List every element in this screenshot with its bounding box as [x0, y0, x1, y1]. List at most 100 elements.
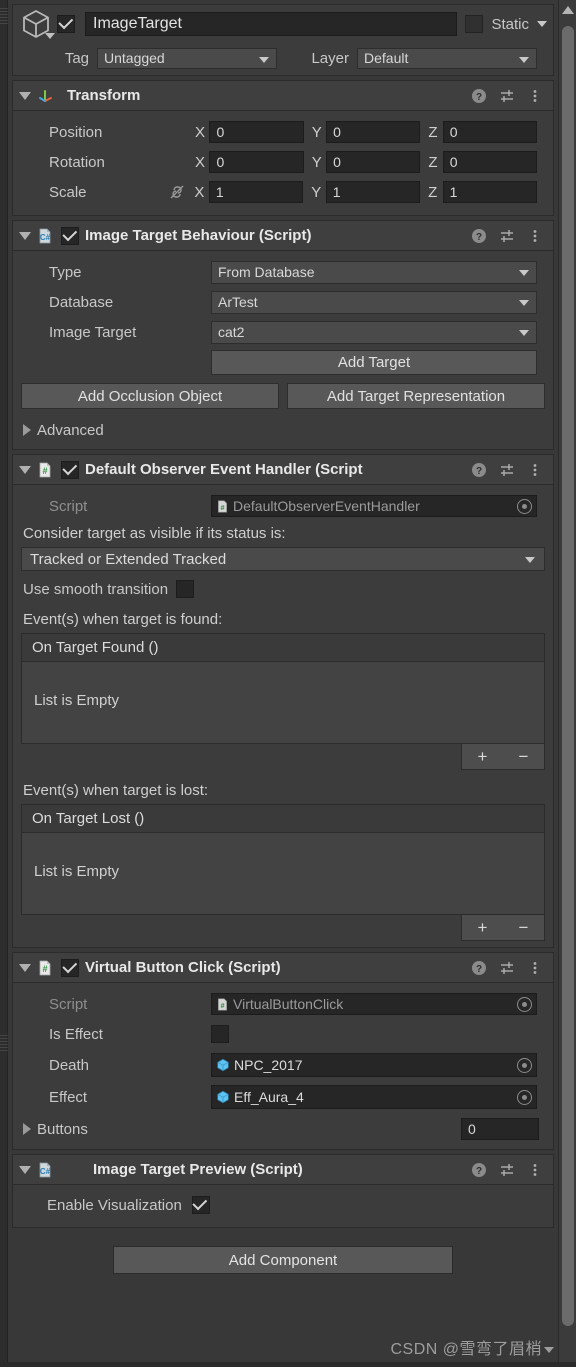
scroll-up-arrow-icon[interactable]	[562, 6, 574, 14]
kebab-menu-icon[interactable]	[527, 1162, 543, 1178]
position-x-input[interactable]: 0	[209, 121, 304, 143]
transform-title: Transform	[67, 87, 141, 104]
foldout-arrow-icon[interactable]	[19, 231, 31, 240]
default-observer-enabled-checkbox[interactable]	[61, 460, 79, 479]
component-image-target-preview: C# Image Target Preview (Script) ? Enabl…	[12, 1154, 554, 1228]
row-database: Database ArTest	[13, 287, 553, 317]
is-effect-checkbox[interactable]	[211, 1025, 229, 1043]
transform-row-scale: Scale X 1 Y 1 Z 1	[13, 177, 553, 207]
object-picker-icon[interactable]	[517, 996, 532, 1012]
script-value: DefaultObserverEventHandler	[233, 498, 420, 514]
rail-grip-top[interactable]	[0, 8, 8, 26]
add-occlusion-object-button[interactable]: Add Occlusion Object	[21, 383, 279, 409]
effect-object-field[interactable]: Eff_Aura_4	[211, 1085, 537, 1109]
foldout-arrow-icon[interactable]	[19, 91, 31, 100]
object-picker-icon[interactable]	[517, 498, 532, 514]
kebab-menu-icon[interactable]	[527, 462, 543, 478]
svg-text:?: ?	[476, 964, 482, 975]
add-event-button[interactable]: +	[478, 918, 488, 938]
scale-x-input[interactable]: 1	[208, 181, 304, 203]
status-dropdown[interactable]: Tracked or Extended Tracked	[21, 547, 545, 571]
virtual-button-click-enabled-checkbox[interactable]	[61, 958, 79, 977]
object-picker-icon[interactable]	[517, 1089, 532, 1105]
rotation-x-input[interactable]: 0	[209, 151, 304, 173]
help-icon[interactable]: ?	[471, 88, 487, 104]
preset-icon[interactable]	[499, 228, 515, 244]
layer-dropdown[interactable]: Default	[357, 47, 537, 69]
add-target-representation-button[interactable]: Add Target Representation	[287, 383, 545, 409]
advanced-foldout-arrow-icon[interactable]	[23, 424, 31, 436]
type-dropdown[interactable]: From Database	[211, 260, 537, 284]
constrain-proportions-off-icon[interactable]	[168, 184, 186, 200]
kebab-menu-icon[interactable]	[527, 960, 543, 976]
chevron-down-icon	[519, 299, 529, 306]
row-advanced[interactable]: Advanced	[13, 415, 553, 445]
status-question-label: Consider target as visible if its status…	[23, 525, 286, 542]
virtual-button-click-body: Script # VirtualButtonClick Is Effect De…	[13, 983, 553, 1149]
image-target-behaviour-enabled-checkbox[interactable]	[61, 226, 79, 245]
rotation-y-input[interactable]: 0	[326, 151, 421, 173]
row-script: Script # VirtualButtonClick	[13, 989, 553, 1019]
svg-text:C#: C#	[40, 233, 51, 242]
remove-event-button[interactable]: −	[519, 918, 529, 938]
help-icon[interactable]: ?	[471, 960, 487, 976]
help-icon[interactable]: ?	[471, 1162, 487, 1178]
default-observer-header[interactable]: # Default Observer Event Handler (Script…	[13, 455, 553, 485]
preset-icon[interactable]	[499, 88, 515, 104]
foldout-arrow-icon[interactable]	[19, 963, 31, 972]
add-target-button[interactable]: Add Target	[211, 349, 537, 375]
row-type: Type From Database	[13, 257, 553, 287]
remove-event-button[interactable]: −	[519, 747, 529, 767]
foldout-arrow-icon[interactable]	[19, 465, 31, 474]
tag-dropdown[interactable]: Untagged	[97, 47, 277, 69]
preset-icon[interactable]	[499, 960, 515, 976]
scrollbar-thumb[interactable]	[562, 26, 574, 1326]
row-effect: Effect Eff_Aura_4	[13, 1081, 553, 1113]
help-icon[interactable]: ?	[471, 228, 487, 244]
image-target-behaviour-header[interactable]: C# Image Target Behaviour (Script) ?	[13, 221, 553, 251]
foldout-arrow-icon[interactable]	[19, 1165, 31, 1174]
on-target-found-empty-label: List is Empty	[34, 692, 120, 709]
enable-visualization-checkbox[interactable]	[191, 1196, 210, 1214]
preset-icon[interactable]	[499, 1162, 515, 1178]
transform-header[interactable]: Transform ?	[13, 81, 553, 111]
position-z-input[interactable]: 0	[442, 121, 537, 143]
death-object-field[interactable]: NPC_2017	[211, 1053, 537, 1077]
static-dropdown-caret-icon[interactable]	[537, 21, 547, 27]
image-target-preview-header[interactable]: C# Image Target Preview (Script) ?	[13, 1155, 553, 1185]
kebab-menu-icon[interactable]	[527, 88, 543, 104]
static-label: Static	[491, 15, 529, 33]
on-target-lost-list-buttons: + −	[21, 915, 545, 941]
svg-text:#: #	[220, 1000, 224, 1009]
gameobject-name-input[interactable]: ImageTarget	[85, 12, 458, 36]
virtual-button-click-header[interactable]: # Virtual Button Click (Script) ?	[13, 953, 553, 983]
kebab-menu-icon[interactable]	[527, 228, 543, 244]
tag-label: Tag	[64, 49, 89, 67]
buttons-label: Buttons	[37, 1120, 88, 1138]
image-target-value: cat2	[218, 324, 245, 340]
rail-grip-bottom[interactable]	[0, 1035, 8, 1051]
scale-y-input[interactable]: 1	[325, 181, 421, 203]
watermark: CSDN @雪弯了眉梢	[390, 1335, 554, 1359]
buttons-foldout-arrow-icon[interactable]	[23, 1123, 31, 1135]
static-checkbox[interactable]	[465, 15, 484, 33]
scale-z-input[interactable]: 1	[442, 181, 537, 203]
buttons-size-input[interactable]: 0	[461, 1118, 539, 1140]
axis-y-label: Y	[311, 153, 322, 171]
rotation-z-input[interactable]: 0	[442, 151, 537, 173]
image-target-dropdown[interactable]: cat2	[211, 320, 537, 344]
add-event-button[interactable]: +	[478, 747, 488, 767]
chevron-down-icon	[259, 56, 269, 63]
watermark-text: CSDN @雪弯了眉梢	[390, 1341, 542, 1358]
use-smooth-transition-checkbox[interactable]	[176, 580, 195, 598]
inspector-scrollbar[interactable]	[558, 0, 576, 1367]
preset-icon[interactable]	[499, 462, 515, 478]
position-y-input[interactable]: 0	[326, 121, 421, 143]
gameobject-enabled-checkbox[interactable]	[57, 15, 75, 33]
help-icon[interactable]: ?	[471, 462, 487, 478]
database-dropdown[interactable]: ArTest	[211, 290, 537, 314]
cube-dropdown-caret-icon[interactable]	[45, 33, 55, 39]
use-smooth-transition-label: Use smooth transition	[23, 580, 169, 598]
object-picker-icon[interactable]	[517, 1057, 532, 1073]
add-component-button[interactable]: Add Component	[113, 1246, 453, 1274]
